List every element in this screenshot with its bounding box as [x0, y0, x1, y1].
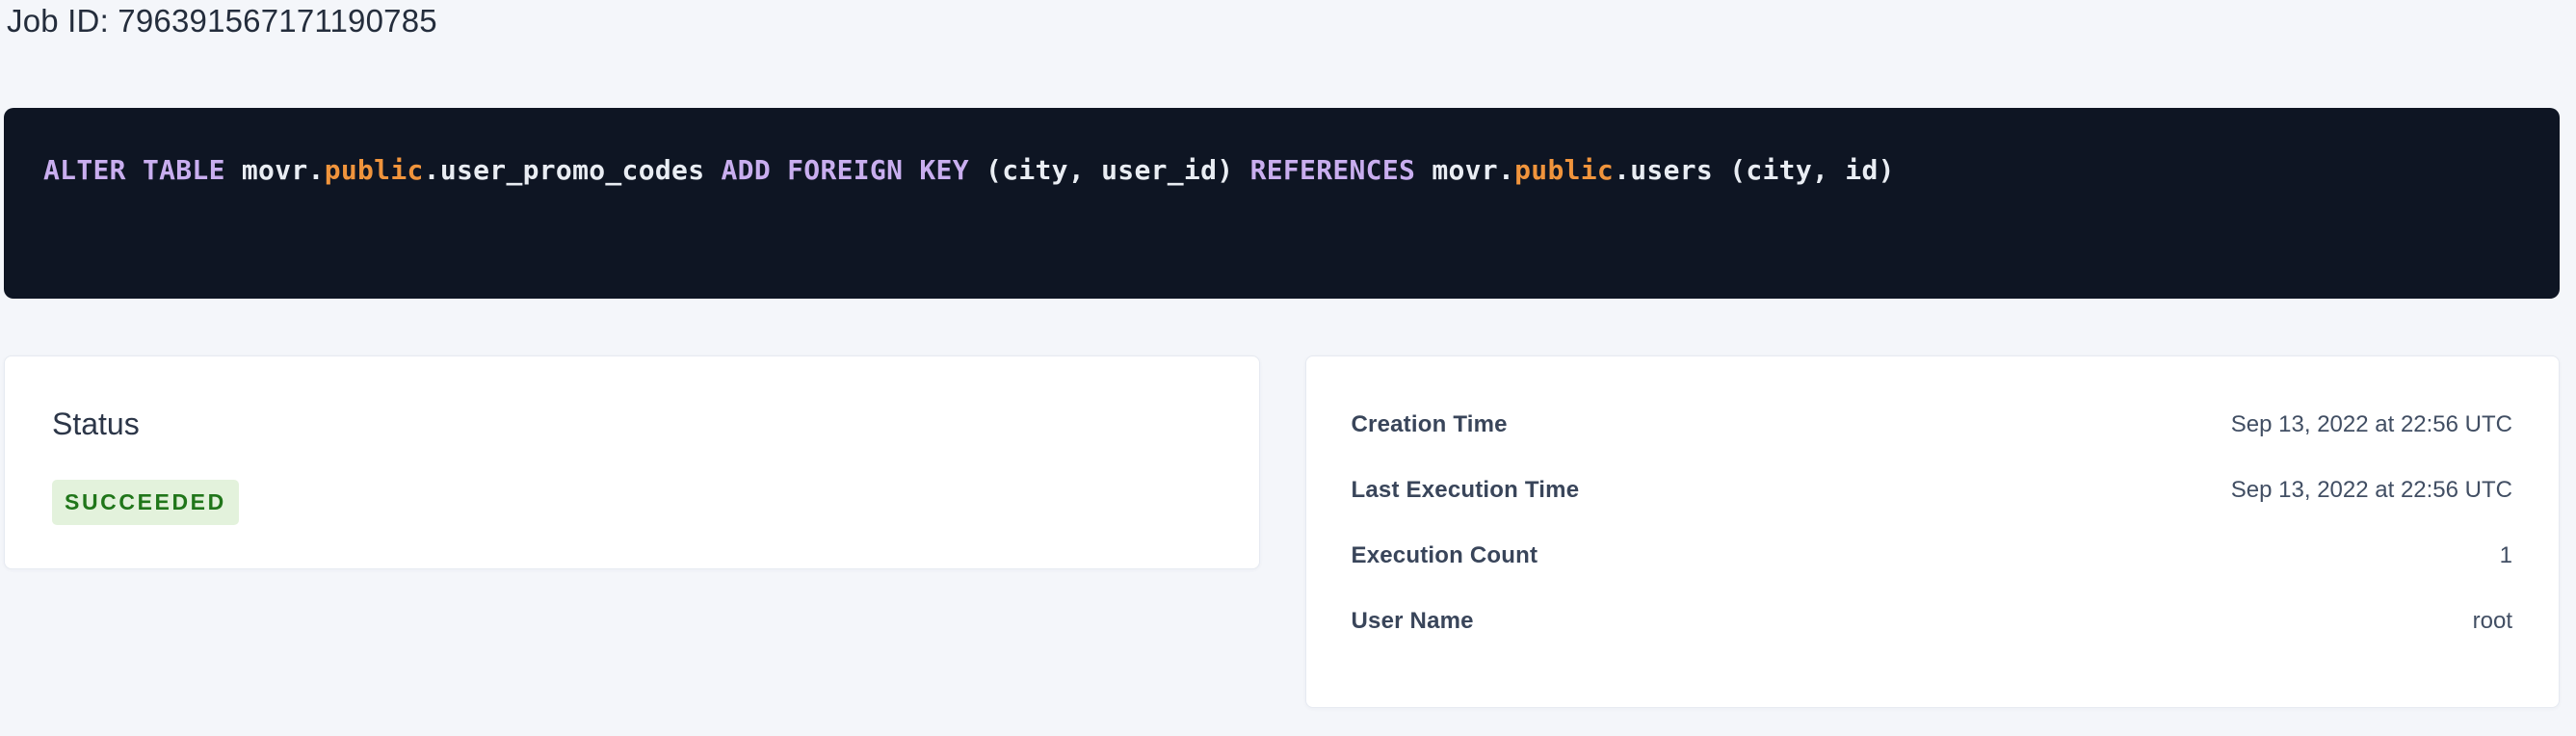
- detail-value: 1: [2500, 542, 2512, 569]
- sql-token: ALTER TABLE: [43, 154, 242, 186]
- status-badge: SUCCEEDED: [52, 480, 239, 525]
- sql-token: .: [424, 154, 440, 186]
- job-details-page: Job ID: 796391567171190785 ALTER TABLE m…: [0, 0, 2576, 708]
- detail-label: User Name: [1352, 608, 1474, 635]
- status-card-title: Status: [52, 405, 1213, 443]
- sql-token: REFERENCES: [1250, 154, 1433, 186]
- detail-row: User Name root: [1352, 589, 2513, 654]
- sql-token: movr: [1432, 154, 1498, 186]
- sql-token: user_promo_codes: [440, 154, 722, 186]
- sql-token: public: [1514, 154, 1614, 186]
- sql-token: .: [1614, 154, 1630, 186]
- detail-label: Creation Time: [1352, 411, 1508, 438]
- sql-token: .: [308, 154, 325, 186]
- detail-value: Sep 13, 2022 at 22:56 UTC: [2231, 477, 2512, 504]
- sql-token: movr: [242, 154, 308, 186]
- sql-token: (city, user_id): [986, 154, 1250, 186]
- summary-cards: Status SUCCEEDED Creation Time Sep 13, 2…: [4, 355, 2560, 708]
- status-card: Status SUCCEEDED: [4, 355, 1260, 569]
- detail-value: root: [2473, 608, 2512, 635]
- detail-label: Execution Count: [1352, 542, 1538, 569]
- detail-row: Last Execution Time Sep 13, 2022 at 22:5…: [1352, 458, 2513, 523]
- detail-label: Last Execution Time: [1352, 477, 1580, 504]
- page-title: Job ID: 796391567171190785: [4, 0, 2560, 42]
- sql-token: users (city, id): [1630, 154, 1895, 186]
- detail-value: Sep 13, 2022 at 22:56 UTC: [2231, 411, 2512, 438]
- sql-token: .: [1498, 154, 1514, 186]
- detail-row: Creation Time Sep 13, 2022 at 22:56 UTC: [1352, 392, 2513, 458]
- sql-token: public: [325, 154, 424, 186]
- sql-statement-box: ALTER TABLE movr.public.user_promo_codes…: [4, 108, 2560, 299]
- sql-token: ADD FOREIGN KEY: [722, 154, 986, 186]
- detail-row: Execution Count 1: [1352, 523, 2513, 589]
- details-card: Creation Time Sep 13, 2022 at 22:56 UTC …: [1305, 355, 2561, 708]
